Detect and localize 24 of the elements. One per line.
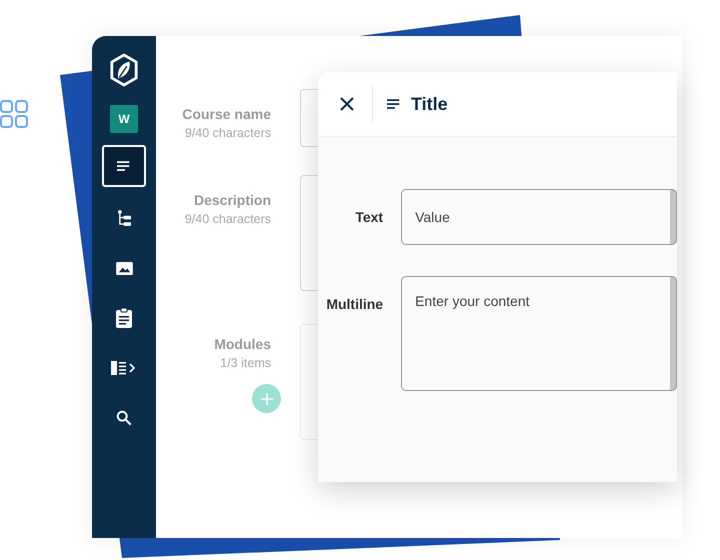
field-label: Description xyxy=(194,191,271,210)
search-icon xyxy=(116,410,132,426)
field-label: Multiline xyxy=(325,295,384,312)
clipboard-icon xyxy=(116,308,132,328)
plus-icon xyxy=(260,392,272,404)
tree-icon xyxy=(118,210,130,226)
character-counter: 1/3 items xyxy=(220,355,271,372)
text-lines-icon xyxy=(387,98,401,110)
panel-title: Title xyxy=(411,94,448,114)
field-label: Course name xyxy=(182,105,271,124)
text-input[interactable]: Value xyxy=(401,189,677,245)
field-label: Modules xyxy=(214,335,271,354)
panel-list-icon xyxy=(111,361,137,375)
workspace-badge[interactable]: W xyxy=(110,105,138,133)
character-counter: 9/40 characters xyxy=(184,125,271,142)
grid-icon xyxy=(0,100,28,128)
image-icon xyxy=(116,262,132,274)
leaf-logo-icon xyxy=(109,53,139,87)
text-lines-icon xyxy=(117,160,131,172)
character-counter: 9/40 characters xyxy=(184,211,271,228)
nav-text-button[interactable] xyxy=(102,145,146,187)
multiline-input[interactable]: Enter your content xyxy=(401,276,677,391)
field-label: Text xyxy=(354,208,384,225)
close-icon xyxy=(340,97,354,111)
